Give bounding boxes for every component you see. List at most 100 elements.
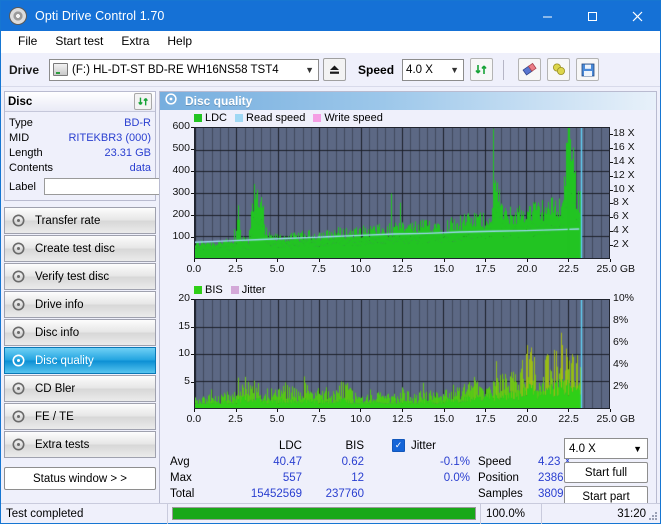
minimize-button[interactable] xyxy=(525,1,570,31)
y-axis-tick-label: 10 xyxy=(178,347,190,359)
sidebar-item-verify-test-disc[interactable]: Verify test disc xyxy=(4,263,156,290)
x-axis-tick xyxy=(526,259,528,262)
stats-position-label: Position xyxy=(478,472,519,484)
y2-axis-tick xyxy=(610,133,613,135)
jitter-checkbox[interactable]: ✓ xyxy=(392,439,405,452)
sidebar-item-label: Transfer rate xyxy=(35,214,101,227)
x-axis-tick-label: 0.0 xyxy=(186,263,202,275)
x-axis-tick xyxy=(194,259,195,262)
legend-label: LDC xyxy=(205,112,228,124)
disc-row-contents-key: Contents xyxy=(9,161,54,174)
chevron-down-icon: ▼ xyxy=(450,64,459,75)
x-axis-tick xyxy=(568,259,570,262)
y-axis-tick xyxy=(191,299,194,300)
disc-row-mid: MID RITEKBR3 (000) xyxy=(9,130,151,145)
legend-item: Jitter xyxy=(230,284,266,296)
stats-row-label-max: Max xyxy=(170,472,192,484)
legend-label: Write speed xyxy=(324,112,383,124)
disc-icon xyxy=(12,298,28,312)
eject-button[interactable] xyxy=(323,58,347,81)
settings-bulb-button[interactable] xyxy=(547,58,571,81)
disc-refresh-button[interactable] xyxy=(134,93,152,110)
x-axis-tick-label: 17.5 xyxy=(475,263,496,275)
chart-legend-top: LDC Read speed Write speed xyxy=(194,112,387,124)
plot-canvas-bot xyxy=(195,300,609,408)
test-speed-select-value: 4.0 X xyxy=(569,442,596,455)
x-axis-tick xyxy=(360,259,362,262)
disc-quality-icon xyxy=(165,92,178,110)
drive-select[interactable]: (F:) HL-DT-ST BD-RE WH16NS58 TST4 ▼ xyxy=(49,58,320,81)
y-axis-tick-label: 600 xyxy=(172,120,190,132)
menu-extra[interactable]: Extra xyxy=(112,32,158,51)
legend-swatch xyxy=(194,286,202,294)
close-button[interactable] xyxy=(615,1,660,31)
y2-axis-tick-label: 2 X xyxy=(613,238,629,251)
y2-axis-tick-label: 6 X xyxy=(613,210,629,223)
y2-axis-tick-label: 8 X xyxy=(613,196,629,209)
jitter-toggle-group[interactable]: ✓ Jitter xyxy=(392,439,436,452)
disc-row-contents: Contents data xyxy=(9,160,151,175)
legend-item: Read speed xyxy=(235,112,305,124)
x-axis-tick-label: 2.5 xyxy=(228,413,243,425)
menu-help[interactable]: Help xyxy=(158,32,201,51)
save-button[interactable] xyxy=(576,58,600,81)
x-axis-tick xyxy=(402,409,403,412)
y-axis-tick xyxy=(191,326,194,328)
drive-toolbar: Drive (F:) HL-DT-ST BD-RE WH16NS58 TST4 … xyxy=(1,53,660,87)
x-axis-tick xyxy=(318,259,320,262)
resize-grip-icon xyxy=(649,512,657,520)
y2-axis-tick xyxy=(610,147,613,149)
y2-axis-tick-label: 18 X xyxy=(613,126,635,139)
status-message: Test completed xyxy=(6,507,84,520)
sidebar-item-extra-tests[interactable]: Extra tests xyxy=(4,431,156,458)
sidebar-item-label: Disc quality xyxy=(35,354,94,367)
sidebar-item-transfer-rate[interactable]: Transfer rate xyxy=(4,207,156,234)
y-axis-tick xyxy=(191,193,194,194)
x-axis-tick xyxy=(360,409,362,412)
disc-panel-title: Disc xyxy=(8,95,33,108)
sidebar-item-drive-info[interactable]: Drive info xyxy=(4,291,156,318)
y2-axis-tick-label: 16 X xyxy=(613,140,635,153)
disc-label-key: Label xyxy=(9,180,36,193)
sidebar-item-disc-info[interactable]: Disc info xyxy=(4,319,156,346)
y2-axis-tick xyxy=(610,217,613,219)
stats-bis-avg: 0.62 xyxy=(341,456,364,468)
stats-col-header-bis: BIS xyxy=(345,440,364,452)
speed-label: Speed xyxy=(358,62,395,77)
sidebar-item-create-test-disc[interactable]: Create test disc xyxy=(4,235,156,262)
x-axis-tick xyxy=(443,409,445,412)
start-full-button-label: Start full xyxy=(564,462,648,483)
speed-select[interactable]: 4.0 X ▼ xyxy=(402,58,465,81)
sidebar-item-label: Verify test disc xyxy=(35,270,110,283)
disc-info-panel: Disc Type BD-R MID RITEKBR3 (000) Length… xyxy=(4,91,249,201)
panel-title: Disc quality xyxy=(185,94,253,108)
disc-row-length-key: Length xyxy=(9,146,43,159)
test-speed-select[interactable]: 4.0 X ▼ xyxy=(564,438,648,459)
start-full-button[interactable]: Start full xyxy=(564,462,648,483)
refresh-drive-button[interactable] xyxy=(470,58,494,81)
y2-axis-tick xyxy=(610,161,613,163)
legend-item: LDC xyxy=(194,112,227,124)
sidebar-item-fe-te[interactable]: FE / TE xyxy=(4,403,156,430)
stats-speed-label: Speed xyxy=(478,456,512,468)
erase-disc-button[interactable] xyxy=(518,58,542,81)
disc-icon xyxy=(12,382,28,396)
maximize-button[interactable] xyxy=(570,1,615,31)
legend-label: Jitter xyxy=(241,284,266,296)
stats-row-label-total: Total xyxy=(170,488,195,500)
x-axis-tick xyxy=(485,259,487,262)
sidebar-item-disc-quality[interactable]: Disc quality xyxy=(4,347,156,374)
disc-quality-panel: Disc quality LDC Read speed Write speed 10… xyxy=(159,91,657,509)
sidebar-item-label: FE / TE xyxy=(35,410,74,423)
x-axis-tick-label: 10.0 xyxy=(350,263,371,275)
status-window-button[interactable]: Status window > > xyxy=(4,467,156,490)
menu-file[interactable]: File xyxy=(9,32,46,51)
x-axis-tick xyxy=(443,259,445,262)
x-axis-tick-label: 12.5 xyxy=(392,413,413,425)
menu-start-test[interactable]: Start test xyxy=(46,32,112,51)
x-axis-tick xyxy=(194,409,195,412)
y2-axis-tick-label: 4 X xyxy=(613,224,629,237)
sidebar-item-cd-bler[interactable]: CD Bler xyxy=(4,375,156,402)
y-axis-tick xyxy=(191,149,194,150)
refresh-icon xyxy=(137,97,148,106)
